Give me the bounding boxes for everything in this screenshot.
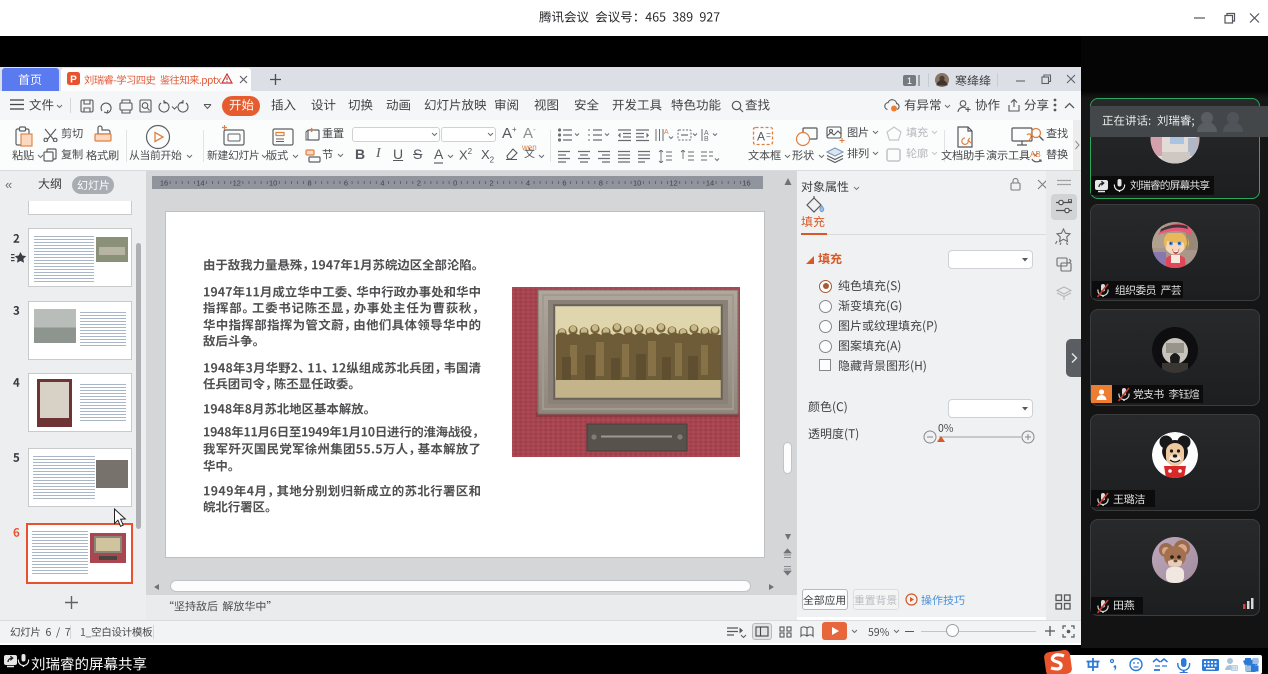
- svg-text:6: 6: [344, 179, 348, 188]
- svg-text:A: A: [757, 130, 765, 144]
- svg-text:2: 2: [417, 179, 421, 188]
- svg-text:B: B: [704, 136, 709, 142]
- svg-text:16: 16: [160, 179, 168, 188]
- svg-text:P: P: [70, 75, 77, 86]
- svg-text:10: 10: [633, 179, 641, 188]
- svg-text:4: 4: [380, 179, 384, 188]
- svg-text:4: 4: [526, 179, 530, 188]
- svg-text:6: 6: [562, 179, 566, 188]
- svg-text:31: 31: [1232, 666, 1238, 672]
- svg-text:16: 16: [742, 179, 750, 188]
- svg-text:2: 2: [490, 179, 494, 188]
- svg-text:A: A: [664, 129, 669, 136]
- svg-text:10: 10: [269, 179, 277, 188]
- svg-text:14: 14: [706, 179, 714, 188]
- svg-text:14: 14: [196, 179, 204, 188]
- svg-text:12: 12: [233, 179, 241, 188]
- svg-text:8: 8: [599, 179, 603, 188]
- svg-text:12: 12: [669, 179, 677, 188]
- svg-text:0: 0: [453, 179, 457, 188]
- svg-text:8: 8: [308, 179, 312, 188]
